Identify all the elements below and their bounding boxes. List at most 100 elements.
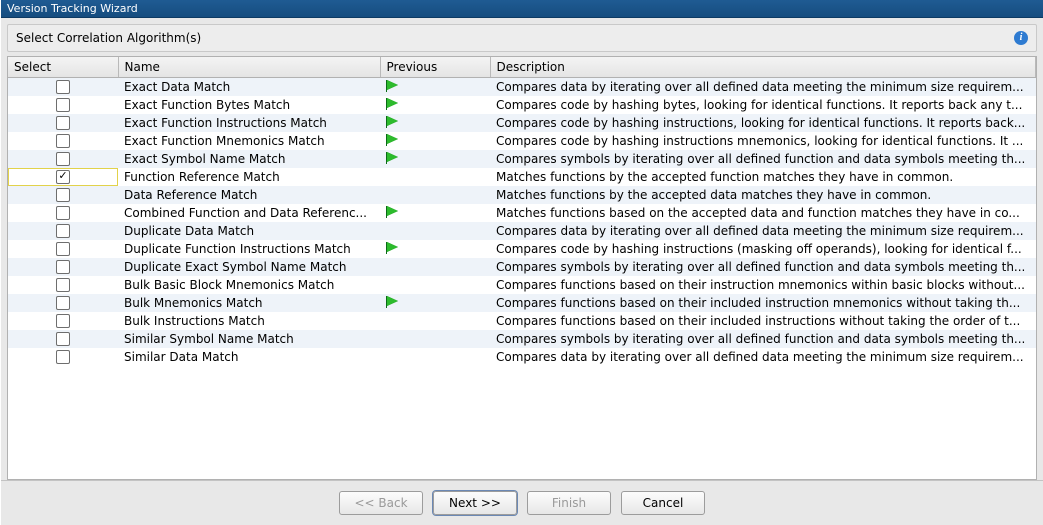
- name-cell: Bulk Mnemonics Match: [118, 294, 380, 312]
- flag-icon: [386, 98, 404, 110]
- select-cell[interactable]: [8, 96, 118, 114]
- select-checkbox[interactable]: [56, 152, 70, 166]
- select-checkbox[interactable]: [56, 80, 70, 94]
- description-cell: Compares data by iterating over all defi…: [490, 348, 1036, 366]
- table-row[interactable]: Exact Symbol Name Match Compares symbols …: [8, 150, 1036, 168]
- select-cell[interactable]: [8, 114, 118, 132]
- select-cell[interactable]: [8, 204, 118, 222]
- select-cell[interactable]: [8, 186, 118, 204]
- select-checkbox[interactable]: [56, 134, 70, 148]
- previous-cell: [380, 348, 490, 366]
- finish-button[interactable]: Finish: [527, 491, 611, 515]
- name-cell: Exact Function Bytes Match: [118, 96, 380, 114]
- previous-cell: [380, 222, 490, 240]
- table-row[interactable]: Exact Function Bytes MatchCompares code …: [8, 96, 1036, 114]
- previous-cell: [380, 204, 490, 222]
- select-cell[interactable]: [8, 258, 118, 276]
- back-button[interactable]: << Back: [339, 491, 423, 515]
- table-row[interactable]: Exact Function Instructions Match Compare…: [8, 114, 1036, 132]
- flag-icon: [386, 116, 404, 128]
- flag-icon: [386, 242, 404, 254]
- select-checkbox[interactable]: [56, 116, 70, 130]
- info-icon[interactable]: i: [1014, 31, 1028, 45]
- description-cell: Compares code by hashing instructions, l…: [490, 114, 1036, 132]
- table-row[interactable]: Duplicate Function Instructions Match Com…: [8, 240, 1036, 258]
- select-cell[interactable]: [8, 276, 118, 294]
- table-row[interactable]: Bulk Basic Block Mnemonics MatchCompares…: [8, 276, 1036, 294]
- name-cell: Data Reference Match: [118, 186, 380, 204]
- select-checkbox[interactable]: [56, 314, 70, 328]
- name-cell: Exact Data Match: [118, 78, 380, 97]
- select-checkbox[interactable]: [56, 332, 70, 346]
- window-titlebar: Version Tracking Wizard: [1, 0, 1043, 18]
- name-cell: Duplicate Function Instructions Match: [118, 240, 380, 258]
- select-checkbox[interactable]: [56, 296, 70, 310]
- select-cell[interactable]: [8, 330, 118, 348]
- select-checkbox[interactable]: [56, 188, 70, 202]
- name-cell: Similar Symbol Name Match: [118, 330, 380, 348]
- previous-cell: [380, 276, 490, 294]
- name-cell: Similar Data Match: [118, 348, 380, 366]
- table-row[interactable]: Bulk Mnemonics MatchCompares functions b…: [8, 294, 1036, 312]
- select-checkbox[interactable]: [56, 170, 70, 184]
- name-cell: Duplicate Exact Symbol Name Match: [118, 258, 380, 276]
- previous-cell: [380, 78, 490, 97]
- name-cell: Exact Symbol Name Match: [118, 150, 380, 168]
- select-cell[interactable]: [8, 240, 118, 258]
- table-row[interactable]: Data Reference Match Matches functions by…: [8, 186, 1036, 204]
- table-header-row: Select Name Previous Description: [8, 57, 1036, 78]
- correlator-table: Select Name Previous Description Exact D…: [7, 56, 1037, 480]
- select-checkbox[interactable]: [56, 278, 70, 292]
- wizard-window: Version Tracking Wizard Select Correlati…: [0, 0, 1043, 525]
- description-cell: Compares code by hashing instructions (m…: [490, 240, 1036, 258]
- select-checkbox[interactable]: [56, 206, 70, 220]
- select-checkbox[interactable]: [56, 224, 70, 238]
- description-cell: Compares data by iterating over all defi…: [490, 222, 1036, 240]
- table-row[interactable]: Bulk Instructions MatchCompares function…: [8, 312, 1036, 330]
- select-cell[interactable]: [8, 294, 118, 312]
- cancel-button[interactable]: Cancel: [621, 491, 705, 515]
- select-cell[interactable]: [8, 348, 118, 366]
- name-cell: Exact Function Instructions Match: [118, 114, 380, 132]
- description-cell: Compares symbols by iterating over all d…: [490, 330, 1036, 348]
- name-cell: Function Reference Match: [118, 168, 380, 186]
- next-button[interactable]: Next >>: [433, 491, 517, 515]
- wizard-footer: << Back Next >> Finish Cancel: [1, 480, 1043, 525]
- description-cell: Compares symbols by iterating over all d…: [490, 150, 1036, 168]
- table-row[interactable]: Similar Symbol Name Match Compares symbol…: [8, 330, 1036, 348]
- table-row[interactable]: Function Reference MatchMatches function…: [8, 168, 1036, 186]
- name-cell: Bulk Instructions Match: [118, 312, 380, 330]
- previous-cell: [380, 186, 490, 204]
- previous-cell: [380, 150, 490, 168]
- select-cell[interactable]: [8, 222, 118, 240]
- select-checkbox[interactable]: [56, 98, 70, 112]
- name-cell: Bulk Basic Block Mnemonics Match: [118, 276, 380, 294]
- table-row[interactable]: Combined Function and Data Referenc...Ma…: [8, 204, 1036, 222]
- col-header-name[interactable]: Name: [118, 57, 380, 78]
- select-checkbox[interactable]: [56, 260, 70, 274]
- col-header-description[interactable]: Description: [490, 57, 1036, 78]
- wizard-step-title: Select Correlation Algorithm(s): [16, 31, 201, 45]
- table-row[interactable]: Similar Data Match Compares data by itera…: [8, 348, 1036, 366]
- table-row[interactable]: Duplicate Data Match Compares data by ite…: [8, 222, 1036, 240]
- name-cell: Duplicate Data Match: [118, 222, 380, 240]
- select-cell[interactable]: [8, 168, 118, 186]
- previous-cell: [380, 240, 490, 258]
- previous-cell: [380, 330, 490, 348]
- table-row[interactable]: Exact Data MatchCompares data by iterati…: [8, 78, 1036, 97]
- select-checkbox[interactable]: [56, 242, 70, 256]
- description-cell: Matches functions based on the accepted …: [490, 204, 1036, 222]
- col-header-select[interactable]: Select: [8, 57, 118, 78]
- table-row[interactable]: Duplicate Exact Symbol Name MatchCompare…: [8, 258, 1036, 276]
- select-cell[interactable]: [8, 132, 118, 150]
- name-cell: Exact Function Mnemonics Match: [118, 132, 380, 150]
- description-cell: Matches functions by the accepted data m…: [490, 186, 1036, 204]
- select-cell[interactable]: [8, 312, 118, 330]
- previous-cell: [380, 294, 490, 312]
- select-checkbox[interactable]: [56, 350, 70, 364]
- select-cell[interactable]: [8, 78, 118, 97]
- previous-cell: [380, 114, 490, 132]
- table-row[interactable]: Exact Function Mnemonics MatchCompares c…: [8, 132, 1036, 150]
- select-cell[interactable]: [8, 150, 118, 168]
- col-header-previous[interactable]: Previous: [380, 57, 490, 78]
